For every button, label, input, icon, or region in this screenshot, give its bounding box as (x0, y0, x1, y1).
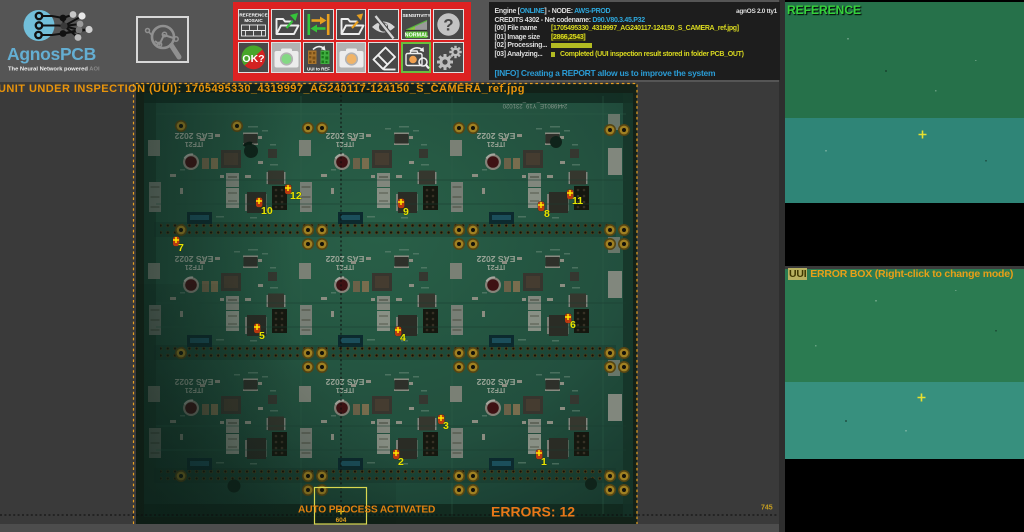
svg-text:The Neural Network powered AOI: The Neural Network powered AOI (8, 67, 100, 73)
svg-text:AUTO PROCESS ACTIVATED: AUTO PROCESS ACTIVATED (298, 505, 435, 516)
svg-text:UUI to REF: UUI to REF (307, 66, 330, 71)
svg-text:SENSITIVITY: SENSITIVITY (402, 13, 430, 18)
svg-text:OK?: OK? (243, 53, 265, 65)
svg-text:NORMAL: NORMAL (404, 32, 428, 38)
svg-text:AgnosPCB: AgnosPCB (7, 44, 96, 64)
svg-text:ERRORS: 12: ERRORS: 12 (491, 504, 575, 520)
svg-text:604: 604 (336, 517, 347, 524)
svg-text:MOSAIC: MOSAIC (245, 18, 264, 23)
svg-text:745: 745 (761, 505, 773, 512)
svg-text:REFERENCE: REFERENCE (240, 12, 268, 17)
svg-text:?: ? (444, 15, 454, 34)
